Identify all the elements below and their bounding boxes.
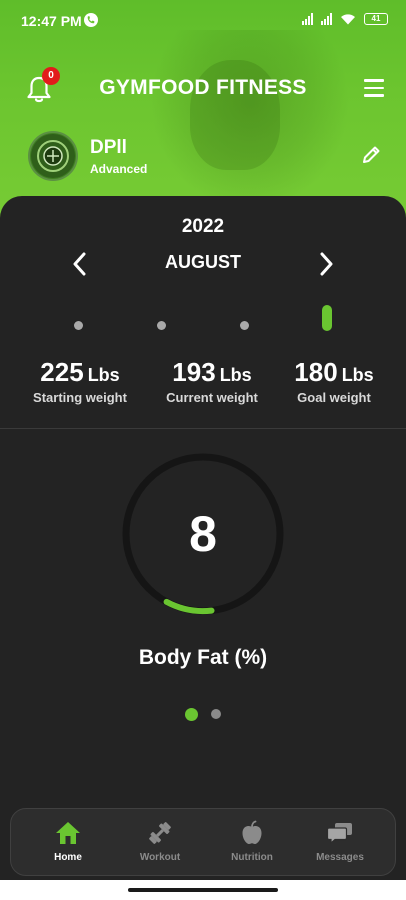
goal-weight-unit: Lbs: [341, 365, 374, 385]
body-fat-label: Body Fat (%): [138, 646, 268, 669]
starting-weight-value: 225: [40, 357, 84, 387]
current-weight-unit: Lbs: [219, 365, 252, 385]
signal-icon-2: [321, 13, 332, 25]
calendar-year: 2022: [181, 216, 225, 237]
app-title: GYMFOOD FITNESS: [99, 76, 307, 99]
starting-weight-unit: Lbs: [87, 365, 120, 385]
wifi-icon: [341, 14, 355, 25]
body-fat-value: 8: [189, 506, 217, 562]
week-indicator-2[interactable]: [157, 321, 166, 330]
pager-dot-inactive[interactable]: [211, 709, 221, 719]
starting-weight-stat: 225 Lbs Starting weight: [12, 357, 148, 405]
dumbbell-icon: [149, 822, 171, 844]
goal-weight-value: 180: [294, 357, 338, 387]
pager-dot-active[interactable]: [185, 708, 198, 721]
signal-icon: [302, 13, 313, 25]
current-weight-stat: 193 Lbs Current weight: [144, 357, 280, 405]
status-time: 12:47 PM: [21, 13, 82, 29]
avatar[interactable]: [28, 131, 78, 181]
status-bar: 12:47 PM 41: [0, 0, 406, 40]
nav-item-messages[interactable]: Messages: [296, 809, 384, 877]
battery-level: 41: [371, 14, 381, 23]
battery-icon: 41: [364, 13, 388, 25]
nav-item-home[interactable]: Home: [24, 809, 112, 877]
nav-label-messages: Messages: [316, 852, 364, 863]
bottom-navigation: Home Workout Nutrition Messages: [10, 808, 396, 876]
call-icon: [84, 13, 98, 27]
nav-label-home: Home: [54, 852, 82, 863]
nav-item-nutrition[interactable]: Nutrition: [208, 809, 296, 877]
week-indicator-active[interactable]: [322, 305, 332, 331]
home-indicator[interactable]: [128, 888, 278, 892]
week-indicator-1[interactable]: [74, 321, 83, 330]
profile-level: Advanced: [90, 162, 148, 176]
nav-label-nutrition: Nutrition: [231, 852, 273, 863]
apple-icon: [242, 820, 262, 844]
nav-label-workout: Workout: [139, 852, 181, 863]
week-indicator-3[interactable]: [240, 321, 249, 330]
goal-weight-stat: 180 Lbs Goal weight: [266, 357, 402, 405]
current-weight-value: 193: [172, 357, 216, 387]
chat-icon: [326, 823, 352, 845]
pencil-icon[interactable]: [360, 144, 382, 166]
section-divider: [0, 428, 406, 429]
calendar-month: AUGUST: [165, 252, 241, 272]
nav-item-workout[interactable]: Workout: [116, 809, 204, 877]
chevron-right-icon[interactable]: [316, 250, 336, 278]
profile-name: DPll: [90, 137, 127, 158]
current-weight-label: Current weight: [166, 390, 258, 405]
goal-weight-label: Goal weight: [297, 390, 371, 405]
hamburger-menu-icon[interactable]: [364, 79, 384, 97]
starting-weight-label: Starting weight: [33, 390, 127, 405]
home-icon: [56, 822, 80, 844]
